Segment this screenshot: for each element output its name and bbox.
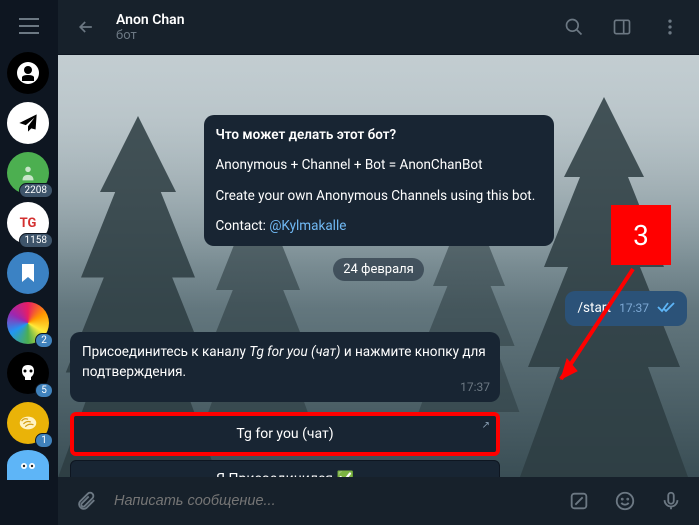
main-panel: Anon Chan бот Что м [58,0,699,525]
chat-list-item[interactable]: 1 [7,402,51,446]
avatar [7,52,49,94]
chat-list-item[interactable] [7,102,51,146]
annotation-arrow [547,263,647,393]
panel-icon [612,17,632,37]
button-label: Я Присоединился [216,471,336,477]
command-icon [568,490,590,512]
checkmark-emoji: ✅ [336,471,353,477]
chat-body: Что может делать этот бот? Anonymous + C… [58,55,699,477]
more-button[interactable] [653,10,687,44]
search-icon [564,17,584,37]
read-status-icon [657,297,675,320]
avatar [7,450,49,480]
message-input[interactable] [114,493,551,509]
message-time: 17:37 [460,378,490,396]
message-text-em: Tg for you (чат) [249,344,340,360]
incoming-message[interactable]: Присоединитесь к каналу Tg for you (чат)… [70,332,500,403]
unread-badge: 1158 [19,233,53,248]
attach-button[interactable] [68,483,104,519]
unread-badge: 2208 [19,183,53,198]
chat-title: Anon Chan [116,12,543,28]
button-label: Tg for you (чат) [236,426,333,442]
bot-keyboard-button[interactable] [561,483,597,519]
bot-info-message[interactable]: Что может делать этот бот? Anonymous + C… [204,115,554,246]
smile-icon [614,490,636,512]
message-input-bar [58,477,699,525]
chat-subtitle: бот [116,28,543,43]
voice-button[interactable] [653,483,689,519]
menu-button[interactable] [9,6,49,46]
search-button[interactable] [557,10,591,44]
chat-header: Anon Chan бот [58,0,699,55]
sidebar: 2208 TG 1158 2 5 1 [0,0,58,525]
contact-handle[interactable]: @Kylmakalle [269,218,346,234]
chat-list-item[interactable]: TG 1158 [7,202,51,246]
annotation-number: 3 [611,205,671,265]
unread-badge: 5 [35,383,53,398]
hamburger-icon [19,18,39,34]
emoji-button[interactable] [607,483,643,519]
chat-title-block[interactable]: Anon Chan бот [116,12,543,43]
mic-icon [660,490,682,512]
external-link-icon: ↗ [482,420,490,431]
info-line: Create your own Anonymous Channels using… [216,186,542,206]
info-line: Anonymous + Channel + Bot = AnonChanBot [216,155,542,175]
chat-list-item[interactable] [7,252,51,296]
chat-list-item[interactable] [7,52,51,96]
avatar [7,102,49,144]
inline-button-join-channel[interactable]: Tg for you (чат) ↗ [70,412,500,456]
inline-button-joined[interactable]: Я Присоединился ✅ [70,460,500,477]
sidepanel-button[interactable] [605,10,639,44]
date-separator: 24 февраля [333,258,424,281]
unread-badge: 2 [35,333,53,348]
chat-list-item[interactable]: 5 [7,352,51,396]
info-question: Что может делать этот бот? [216,127,397,143]
chat-list-item[interactable] [7,450,51,494]
paperclip-icon [75,490,97,512]
message-text-pre: Присоединитесь к каналу [82,344,249,360]
arrow-left-icon [76,17,96,37]
back-button[interactable] [70,11,102,43]
contact-label: Contact: [216,218,270,234]
avatar [7,252,49,294]
chat-list-item[interactable]: 2 [7,302,51,346]
chat-list-item[interactable]: 2208 [7,152,51,196]
unread-badge: 1 [35,433,53,448]
more-vertical-icon [660,17,680,37]
